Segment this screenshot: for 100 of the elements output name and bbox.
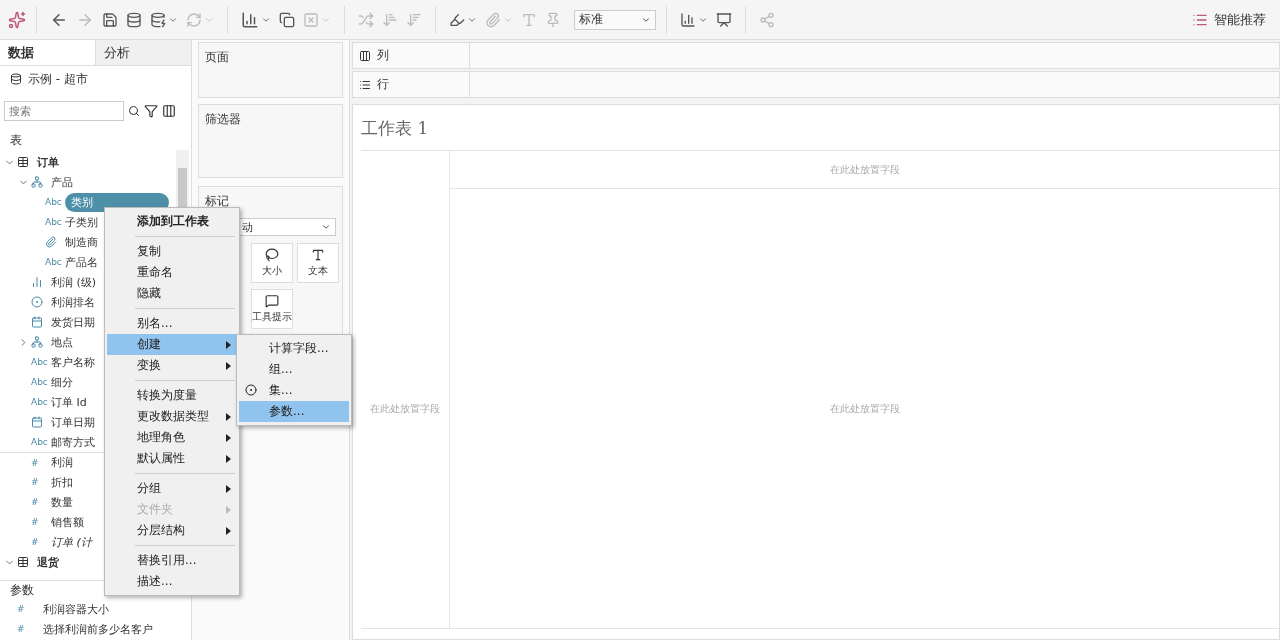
columns-shelf[interactable]: 列	[352, 42, 1280, 69]
pane-tab[interactable]: 分析	[95, 40, 191, 66]
filter-icon[interactable]	[144, 104, 158, 118]
menu-item[interactable]: 复制	[107, 241, 237, 262]
submenu-arrow-icon	[226, 505, 231, 514]
set-icon	[31, 296, 43, 308]
share-icon	[759, 11, 775, 28]
hierarchy-icon	[31, 336, 43, 348]
rows-shelf[interactable]: 行	[352, 71, 1280, 98]
type-label: #	[17, 624, 25, 634]
field-item[interactable]: 数量	[51, 494, 73, 510]
menu-item[interactable]: 替换引用...	[107, 550, 237, 571]
rows-icon	[359, 78, 371, 91]
field-item[interactable]: 子类别	[65, 214, 98, 230]
table-icon	[17, 156, 29, 168]
mark-property-button[interactable]: 文本	[297, 243, 339, 283]
sort-ascending-icon	[382, 11, 398, 28]
marks-title: 标记	[205, 194, 229, 208]
search-field[interactable]: 搜索	[4, 101, 124, 121]
field-item[interactable]: 订单日期	[51, 414, 95, 430]
set-icon	[245, 384, 257, 396]
menu-item[interactable]: 更改数据类型	[107, 406, 237, 427]
type-label: Abc	[31, 357, 48, 367]
field-item[interactable]: 利润排名	[51, 294, 95, 310]
menu-item[interactable]: 分层结构	[107, 520, 237, 541]
menu-item[interactable]: 计算字段...	[239, 338, 349, 359]
datasource-name[interactable]: 示例 - 超市	[28, 70, 88, 88]
swap-icon	[358, 11, 374, 28]
menu-item[interactable]: 地理角色	[107, 427, 237, 448]
menu-item[interactable]: 分组	[107, 478, 237, 499]
pages-shelf[interactable]: 页面	[198, 42, 343, 98]
field-item[interactable]: 邮寄方式	[51, 434, 95, 450]
paperclip-icon	[45, 236, 57, 248]
menu-item[interactable]: 组...	[239, 359, 349, 380]
show-me-button[interactable]: 智能推荐	[1186, 9, 1272, 30]
bar-chart-icon	[31, 276, 43, 288]
field-item[interactable]: 订单 (计	[51, 534, 92, 550]
menu-item[interactable]: 重命名	[107, 262, 237, 283]
parameter-item[interactable]: 选择利润前多少名客户	[43, 621, 153, 637]
field-item[interactable]: 利润 (级)	[51, 274, 97, 290]
menu-item[interactable]: 集...	[239, 380, 349, 401]
menu-item[interactable]: 隐藏	[107, 283, 237, 304]
type-label: #	[31, 457, 39, 468]
field-item[interactable]: 地点	[51, 334, 73, 350]
speech-bubble-icon	[265, 294, 279, 308]
field-item[interactable]: 退货	[37, 554, 59, 570]
worksheet-title: 工作表 1	[361, 117, 430, 140]
field-item[interactable]: 折扣	[51, 474, 73, 490]
section-heading: 参数	[10, 581, 34, 599]
refresh-icon	[186, 11, 202, 28]
presentation-icon	[716, 11, 732, 28]
field-item[interactable]: 产品名	[65, 254, 98, 270]
submenu-arrow-icon	[226, 484, 231, 493]
search-icon[interactable]	[128, 105, 140, 117]
type-label: #	[31, 517, 39, 527]
type-label: Abc	[31, 377, 48, 387]
field-item[interactable]: 利润	[51, 455, 73, 470]
field-item[interactable]: 订单 Id	[51, 394, 87, 410]
section-heading: 表	[10, 131, 22, 149]
type-label: #	[31, 497, 39, 507]
type-label: Abc	[31, 437, 48, 447]
menu-item[interactable]: 别名...	[107, 313, 237, 334]
logo-icon[interactable]	[8, 10, 26, 29]
menu-item[interactable]: 默认属性	[107, 448, 237, 469]
database-icon	[10, 73, 22, 85]
caret-icon	[321, 222, 331, 232]
submenu-arrow-icon	[226, 526, 231, 535]
paperclip-icon	[485, 11, 501, 28]
field-item[interactable]: 销售额	[51, 514, 84, 530]
view-size-dropdown[interactable]: 标准	[574, 9, 656, 30]
view-options-icon[interactable]	[162, 104, 176, 118]
clear-icon	[303, 11, 319, 28]
calendar-icon	[31, 316, 43, 328]
type-label: Abc	[45, 217, 62, 227]
type-label: Abc	[45, 197, 62, 207]
menu-item[interactable]: 变换	[107, 355, 237, 376]
field-item[interactable]: 细分	[51, 374, 73, 390]
mark-property-button[interactable]: 大小	[251, 243, 293, 283]
menu-item[interactable]: 创建	[107, 334, 237, 355]
parameter-item[interactable]: 利润容器大小	[43, 601, 109, 617]
filters-shelf[interactable]: 筛选器	[198, 104, 343, 178]
field-item[interactable]: 客户名称	[51, 354, 95, 370]
field-item[interactable]: 制造商	[65, 234, 98, 250]
field-item[interactable]: 发货日期	[51, 314, 95, 330]
menu-item[interactable]: 参数...	[239, 401, 349, 422]
pin-icon	[545, 11, 561, 28]
type-label: Abc	[45, 257, 62, 267]
mark-property-button[interactable]: 工具提示	[251, 289, 293, 329]
text-icon	[521, 11, 537, 28]
bar-chart-icon	[241, 10, 259, 29]
save-icon	[102, 11, 118, 28]
table-icon	[17, 556, 29, 568]
field-item[interactable]: 订单	[37, 154, 59, 170]
field-item[interactable]: 产品	[51, 174, 73, 190]
menu-item[interactable]: 转换为度量	[107, 385, 237, 406]
submenu-arrow-icon	[226, 340, 231, 349]
bar-chart-icon	[680, 11, 696, 28]
lasso-icon	[265, 248, 279, 262]
menu-item[interactable]: 描述...	[107, 571, 237, 592]
type-label: #	[17, 604, 25, 614]
